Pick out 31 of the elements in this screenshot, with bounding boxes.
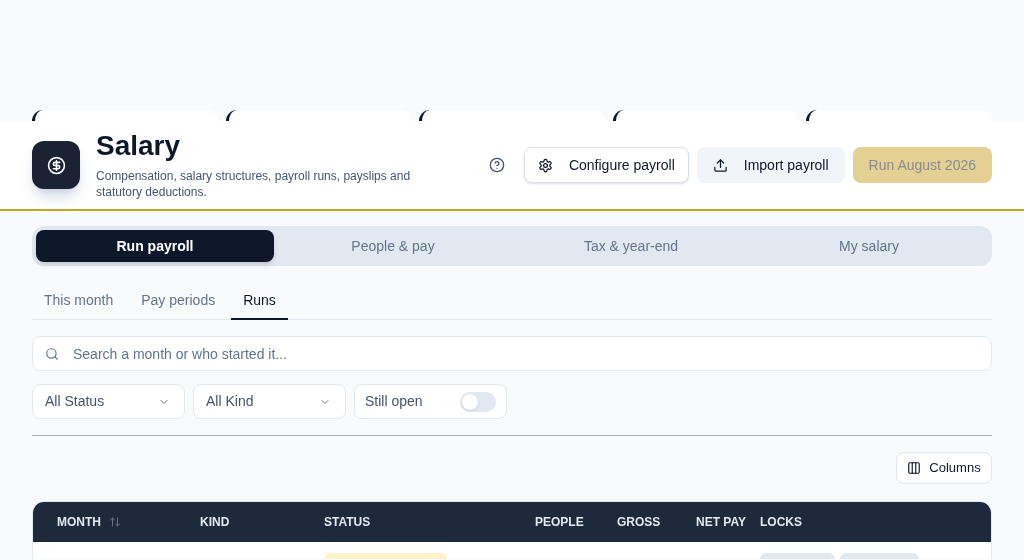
column-header: LOCKS [760,514,802,531]
tab[interactable]: Tax & year-end [512,230,750,262]
toggle-label: Still open [365,392,423,411]
columns-icon [907,461,922,475]
sub-tab[interactable]: This month [32,282,126,320]
sub-tab[interactable]: Runs [231,282,288,320]
toggle-switch[interactable] [460,391,496,412]
tab[interactable]: My salary [750,230,988,262]
help-icon[interactable] [488,157,505,173]
search-icon [45,347,59,361]
gear-icon [537,157,553,173]
column-header[interactable]: MONTH [57,513,121,531]
column-header: PEOPLE [535,514,584,531]
filter-dropdown[interactable]: All Kind [193,384,346,419]
tab[interactable]: People & pay [274,230,512,262]
configure-button[interactable]: Configure payroll [523,147,689,183]
column-header: KIND [200,514,230,531]
page-description: Compensation, salary structures, payroll runs, payslips and statutory deductions. [96,168,412,200]
import-button[interactable]: Import payroll [696,147,845,183]
columns-button[interactable]: Columns [896,452,992,484]
dollar-icon [32,141,80,189]
sort-icon [109,516,121,528]
column-header: GROSS [617,514,661,531]
tab[interactable]: Run payroll [36,230,274,262]
column-header: NET PAY [696,514,746,531]
filter-dropdown[interactable]: All Status [32,384,185,419]
page-title: Salary [96,130,182,162]
search-field[interactable]: Search a month or who started it... [32,336,992,371]
column-header: STATUS [324,514,371,531]
sub-tab[interactable]: Pay periods [129,282,228,320]
upload-icon [712,157,728,173]
